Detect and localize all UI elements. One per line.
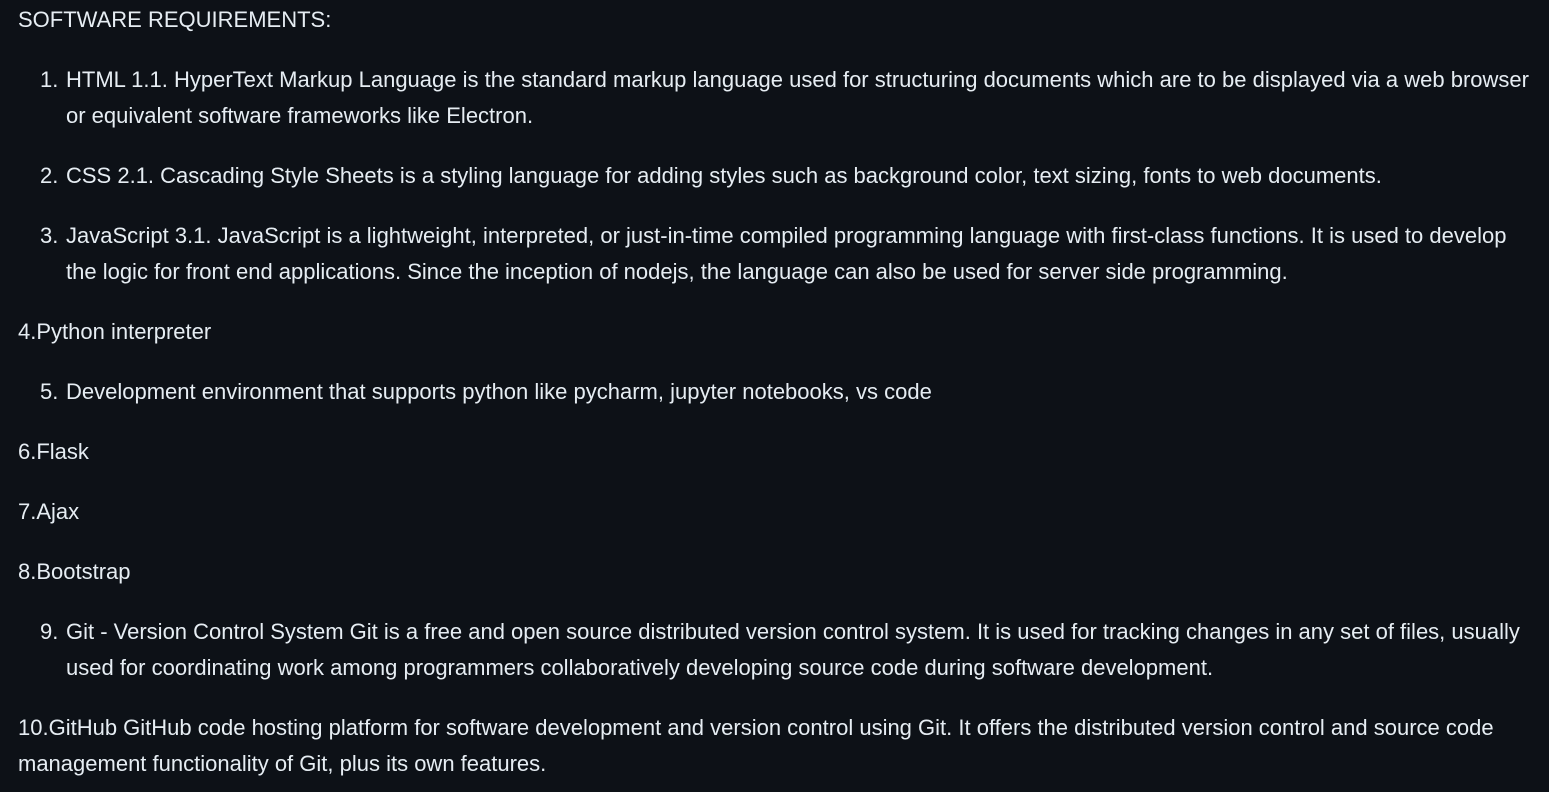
list-text: JavaScript 3.1. JavaScript is a lightwei…: [66, 223, 1507, 284]
list-number: 1.: [40, 67, 59, 92]
list-item-python: 4.Python interpreter: [18, 319, 212, 344]
list-number: 5.: [40, 379, 59, 404]
list-number: 2.: [40, 163, 59, 188]
list-item-git: 9. Git - Version Control System Git is a…: [18, 614, 1531, 686]
list-item-javascript: 3. JavaScript 3.1. JavaScript is a light…: [18, 218, 1531, 290]
list-item-ajax: 7.Ajax: [18, 499, 80, 524]
list-number: 3.: [40, 223, 59, 248]
list-item-dev-environment: 5. Development environment that supports…: [18, 374, 1531, 410]
list-item-github: 10.GitHub GitHub code hosting platform f…: [18, 715, 1494, 776]
list-text: HTML 1.1. HyperText Markup Language is t…: [66, 67, 1529, 128]
list-text: CSS 2.1. Cascading Style Sheets is a sty…: [66, 163, 1382, 188]
list-text: Development environment that supports py…: [66, 379, 932, 404]
list-text: Git - Version Control System Git is a fr…: [66, 619, 1520, 680]
list-item-bootstrap: 8.Bootstrap: [18, 559, 131, 584]
list-item-css: 2. CSS 2.1. Cascading Style Sheets is a …: [18, 158, 1531, 194]
document-page: SOFTWARE REQUIREMENTS: 1. HTML 1.1. Hype…: [0, 2, 1549, 792]
list-item-html: 1. HTML 1.1. HyperText Markup Language i…: [18, 62, 1531, 134]
list-number: 9.: [40, 619, 59, 644]
list-item-flask: 6.Flask: [18, 439, 89, 464]
section-heading: SOFTWARE REQUIREMENTS:: [18, 7, 332, 32]
